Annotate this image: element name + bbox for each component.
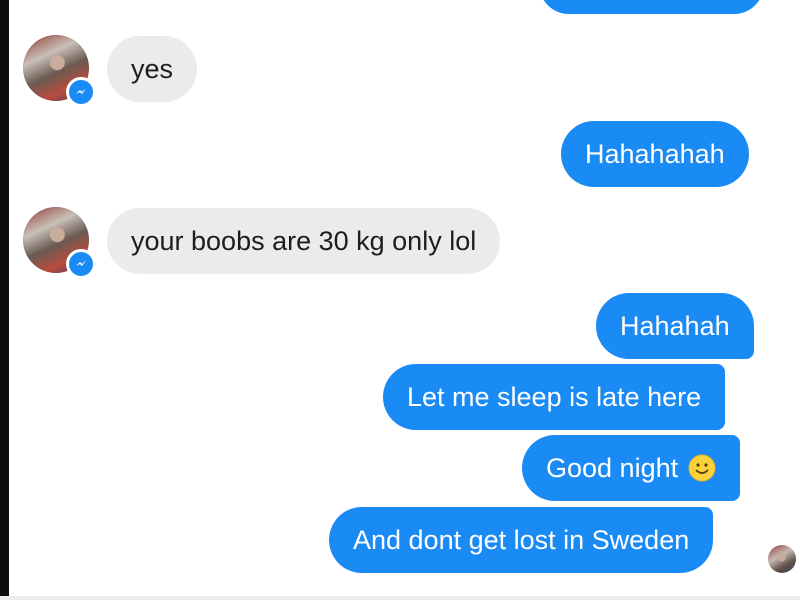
outgoing-bubble-partial[interactable] [539, 0, 764, 14]
message-text: yes [131, 53, 174, 84]
message-bubble-incoming[interactable]: your boobs are 30 kg only lol [107, 208, 501, 274]
message-text: Hahahah [620, 310, 730, 341]
messenger-badge-icon [66, 249, 96, 279]
message-bubble-outgoing[interactable]: Let me sleep is late here [383, 364, 726, 430]
smiley-emoji-icon [688, 454, 716, 482]
message-text: And dont get lost in Sweden [353, 524, 690, 555]
message-text: Hahahahah [585, 138, 725, 169]
message-bubble-outgoing[interactable]: Hahahah [596, 293, 754, 359]
message-bubble-outgoing[interactable]: And dont get lost in Sweden [329, 507, 714, 573]
message-text: Let me sleep is late here [407, 381, 702, 412]
message-text: Good night [546, 452, 679, 483]
read-receipt-avatar [768, 545, 796, 573]
bottom-divider [0, 596, 800, 600]
message-bubble-outgoing[interactable]: Good night [522, 435, 741, 501]
message-bubble-incoming[interactable]: yes [107, 36, 198, 102]
left-edge [0, 0, 9, 600]
message-text: your boobs are 30 kg only lol [131, 225, 477, 256]
message-bubble-outgoing[interactable]: Hahahahah [561, 121, 749, 187]
messenger-badge-icon [66, 77, 96, 107]
